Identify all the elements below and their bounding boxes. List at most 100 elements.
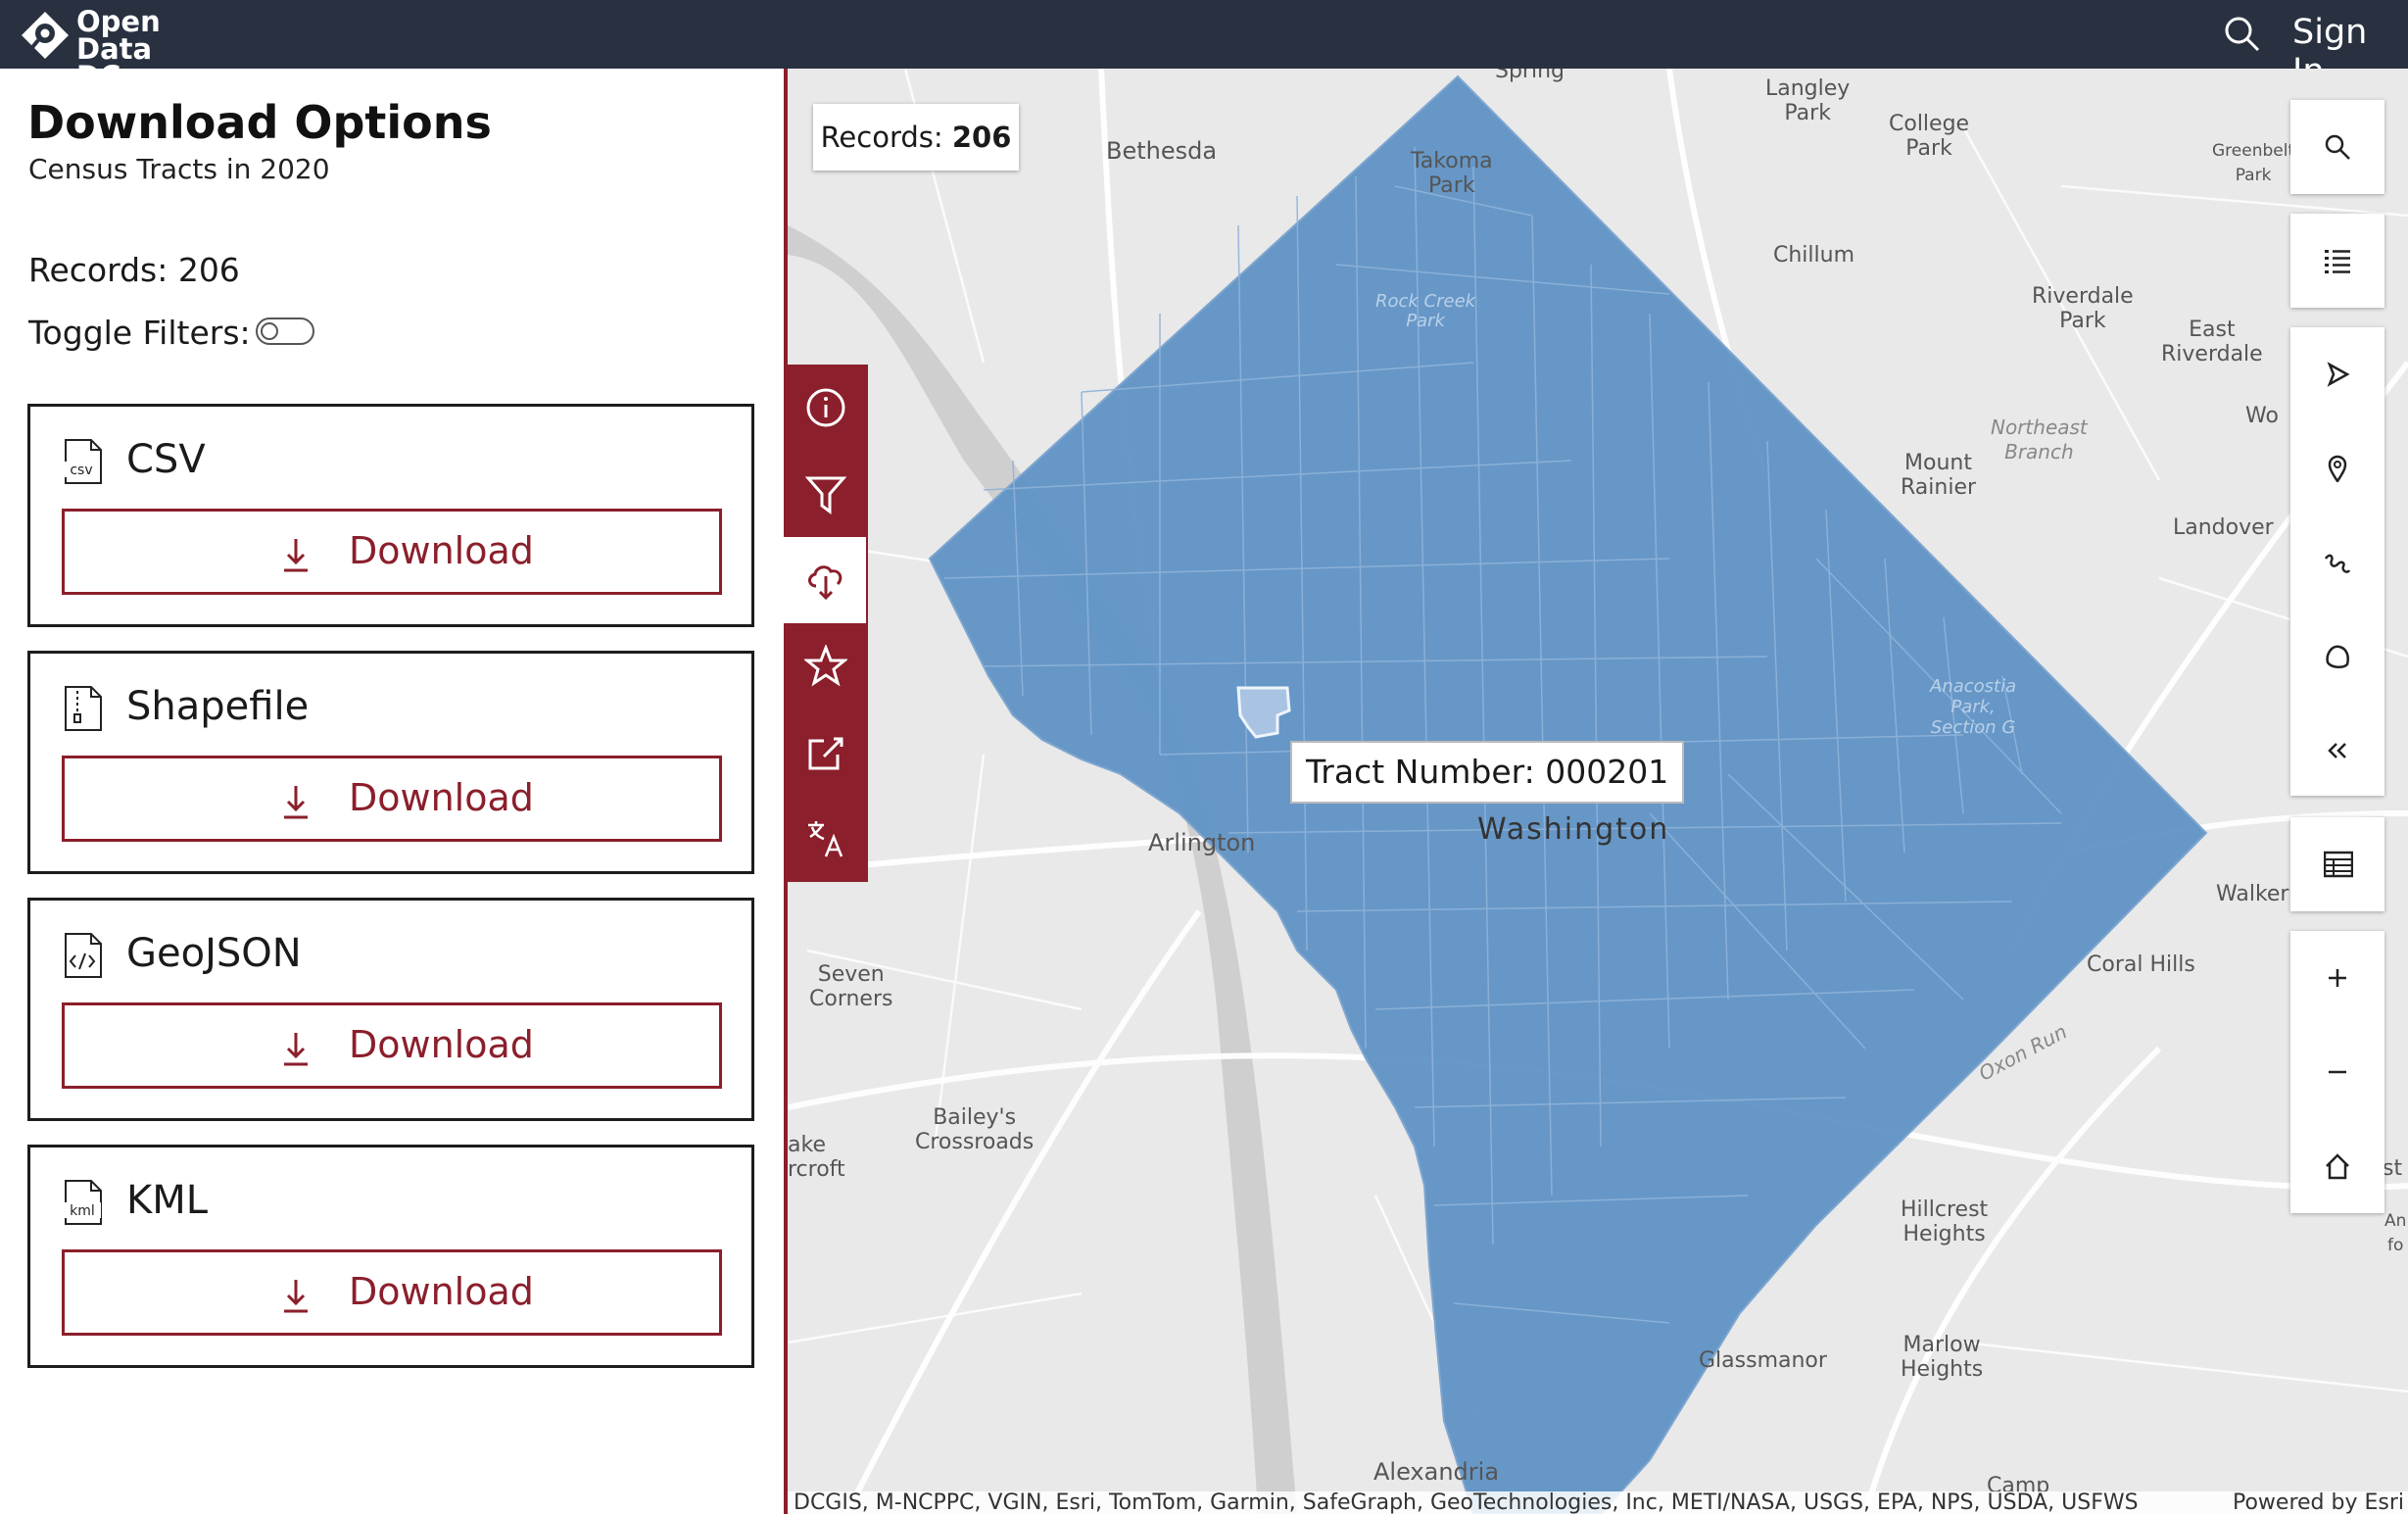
map-label-anacostia: Anacostia Park, Section G — [1930, 676, 2017, 738]
download-options-panel: Download Options Census Tracts in 2020 R… — [0, 69, 788, 1514]
format-name: CSV — [126, 437, 206, 482]
map-label-riverdale: Riverdale Park — [2032, 284, 2134, 333]
map-search-button[interactable] — [2290, 100, 2384, 194]
map-pin-icon — [2328, 455, 2347, 482]
toggle-filters-label: Toggle Filters: — [28, 314, 251, 352]
map-label-langley: Langley Park — [1765, 76, 1851, 125]
favorite-button[interactable] — [784, 623, 868, 709]
attribution-text: DCGIS, M-NCPPC, VGIN, Esri, TomTom, Garm… — [794, 1491, 2139, 1514]
map-label-northeast: Northeast Branch — [1991, 415, 2088, 464]
download-label: Download — [349, 776, 534, 819]
top-bar: Open Data DC Sign In — [0, 0, 2408, 91]
sketch-tools-group — [2290, 327, 2384, 796]
download-icon — [284, 1033, 308, 1066]
format-card-shapefile: Shapefile Download — [27, 651, 754, 874]
cloud-download-icon — [808, 565, 843, 601]
line-tool-button[interactable] — [2290, 515, 2384, 610]
format-name: GeoJSON — [126, 931, 302, 976]
download-icon — [284, 539, 308, 572]
collapse-tools-button[interactable] — [2290, 704, 2384, 798]
table-icon — [2324, 851, 2353, 878]
filter-icon — [804, 476, 847, 514]
chevron-double-left-icon — [2328, 743, 2346, 758]
minus-icon — [2329, 1070, 2346, 1074]
download-icon — [284, 1280, 308, 1313]
map-label-st: st — [2383, 1156, 2403, 1181]
map-label-walker: Walker — [2216, 882, 2289, 906]
csv-file-icon: csv — [64, 439, 102, 484]
download-label: Download — [349, 1270, 534, 1313]
toggle-filters-switch[interactable] — [256, 317, 314, 345]
download-icon — [284, 786, 308, 819]
search-icon[interactable] — [2222, 14, 2261, 53]
info-button[interactable] — [784, 365, 868, 451]
star-icon — [804, 645, 847, 687]
map-label-alexandria: Alexandria — [1373, 1458, 1500, 1486]
map-label-marlow: Marlow Heights — [1901, 1333, 1984, 1382]
format-card-geojson: GeoJSON Download — [27, 898, 754, 1121]
powered-by-esri[interactable]: Powered by Esri — [2233, 1491, 2404, 1514]
translate-icon — [808, 821, 843, 857]
download-shapefile-button[interactable]: Download — [62, 756, 722, 842]
download-kml-button[interactable]: Download — [62, 1249, 722, 1336]
toggle-filters-row: Toggle Filters: — [28, 314, 314, 352]
home-extent-button[interactable] — [2290, 1119, 2384, 1213]
map-label-landover: Landover — [2173, 515, 2274, 540]
logo-mark-icon — [22, 12, 69, 59]
map-label-coral-hills: Coral Hills — [2087, 952, 2195, 977]
home-icon — [2326, 1153, 2349, 1180]
attribute-table-button[interactable] — [2290, 817, 2384, 911]
list-icon — [2325, 250, 2350, 273]
map-search-group — [2290, 100, 2384, 194]
kml-file-icon: kml — [64, 1180, 102, 1225]
map-label-greenbelt: Greenbelt Park — [2212, 141, 2295, 185]
code-file-icon — [65, 933, 102, 978]
zoom-group — [2290, 931, 2384, 1213]
legend-group — [2290, 214, 2384, 308]
zoom-out-button[interactable] — [2290, 1025, 2384, 1119]
cursor-icon — [2327, 362, 2350, 387]
open-data-dc-logo[interactable]: Open Data DC — [20, 5, 186, 91]
table-group — [2290, 817, 2384, 911]
share-icon — [808, 737, 843, 770]
select-tool-button[interactable] — [2290, 327, 2384, 421]
map-records-value: 206 — [951, 121, 1012, 154]
legend-button[interactable] — [2290, 214, 2384, 308]
svg-text:csv: csv — [70, 463, 92, 478]
download-geojson-button[interactable]: Download — [62, 1002, 722, 1089]
share-button[interactable] — [784, 709, 868, 796]
polygon-tool-button[interactable] — [2290, 610, 2384, 704]
panel-subtitle: Census Tracts in 2020 — [28, 153, 330, 185]
map-records-box: Records: 206 — [813, 104, 1019, 171]
map-label-college: College Park — [1889, 112, 1970, 161]
map-label-washington: Washington — [1477, 812, 1670, 847]
map-view[interactable]: Records: 206 Spring Bethesda Takoma Park… — [788, 69, 2408, 1514]
map-label-takoma: Takoma Park — [1411, 149, 1493, 198]
freehand-line-icon — [2324, 554, 2351, 573]
info-icon — [806, 388, 845, 427]
download-csv-button[interactable]: Download — [62, 509, 722, 595]
map-label-wo: Wo — [2245, 404, 2279, 428]
records-count: Records: 206 — [28, 251, 240, 289]
logo-line-1: Open — [76, 5, 161, 38]
plus-icon — [2329, 969, 2346, 987]
map-label-bethesda: Bethesda — [1106, 137, 1218, 165]
svg-text:kml: kml — [70, 1203, 95, 1219]
format-card-csv: csv CSV Download — [27, 404, 754, 627]
download-label: Download — [349, 529, 534, 572]
map-label-rock-creek: Rock Creek Park — [1375, 291, 1476, 331]
map-attribution: DCGIS, M-NCPPC, VGIN, Esri, TomTom, Garm… — [788, 1491, 2408, 1514]
translate-button[interactable] — [784, 796, 868, 882]
download-tool-button[interactable] — [784, 537, 866, 623]
point-tool-button[interactable] — [2290, 421, 2384, 515]
map-label-seven-corners: Seven Corners — [809, 962, 893, 1011]
panel-title: Download Options — [27, 96, 492, 149]
zip-file-icon — [65, 686, 102, 731]
map-label-arlington: Arlington — [1148, 829, 1256, 856]
map-label-chillum: Chillum — [1773, 243, 1855, 268]
map-label-hillcrest: Hillcrest Heights — [1901, 1197, 1989, 1246]
map-label-baileys: Bailey's Crossroads — [915, 1105, 1035, 1154]
filter-button[interactable] — [784, 451, 868, 537]
side-toolbar — [784, 365, 868, 882]
zoom-in-button[interactable] — [2290, 931, 2384, 1025]
